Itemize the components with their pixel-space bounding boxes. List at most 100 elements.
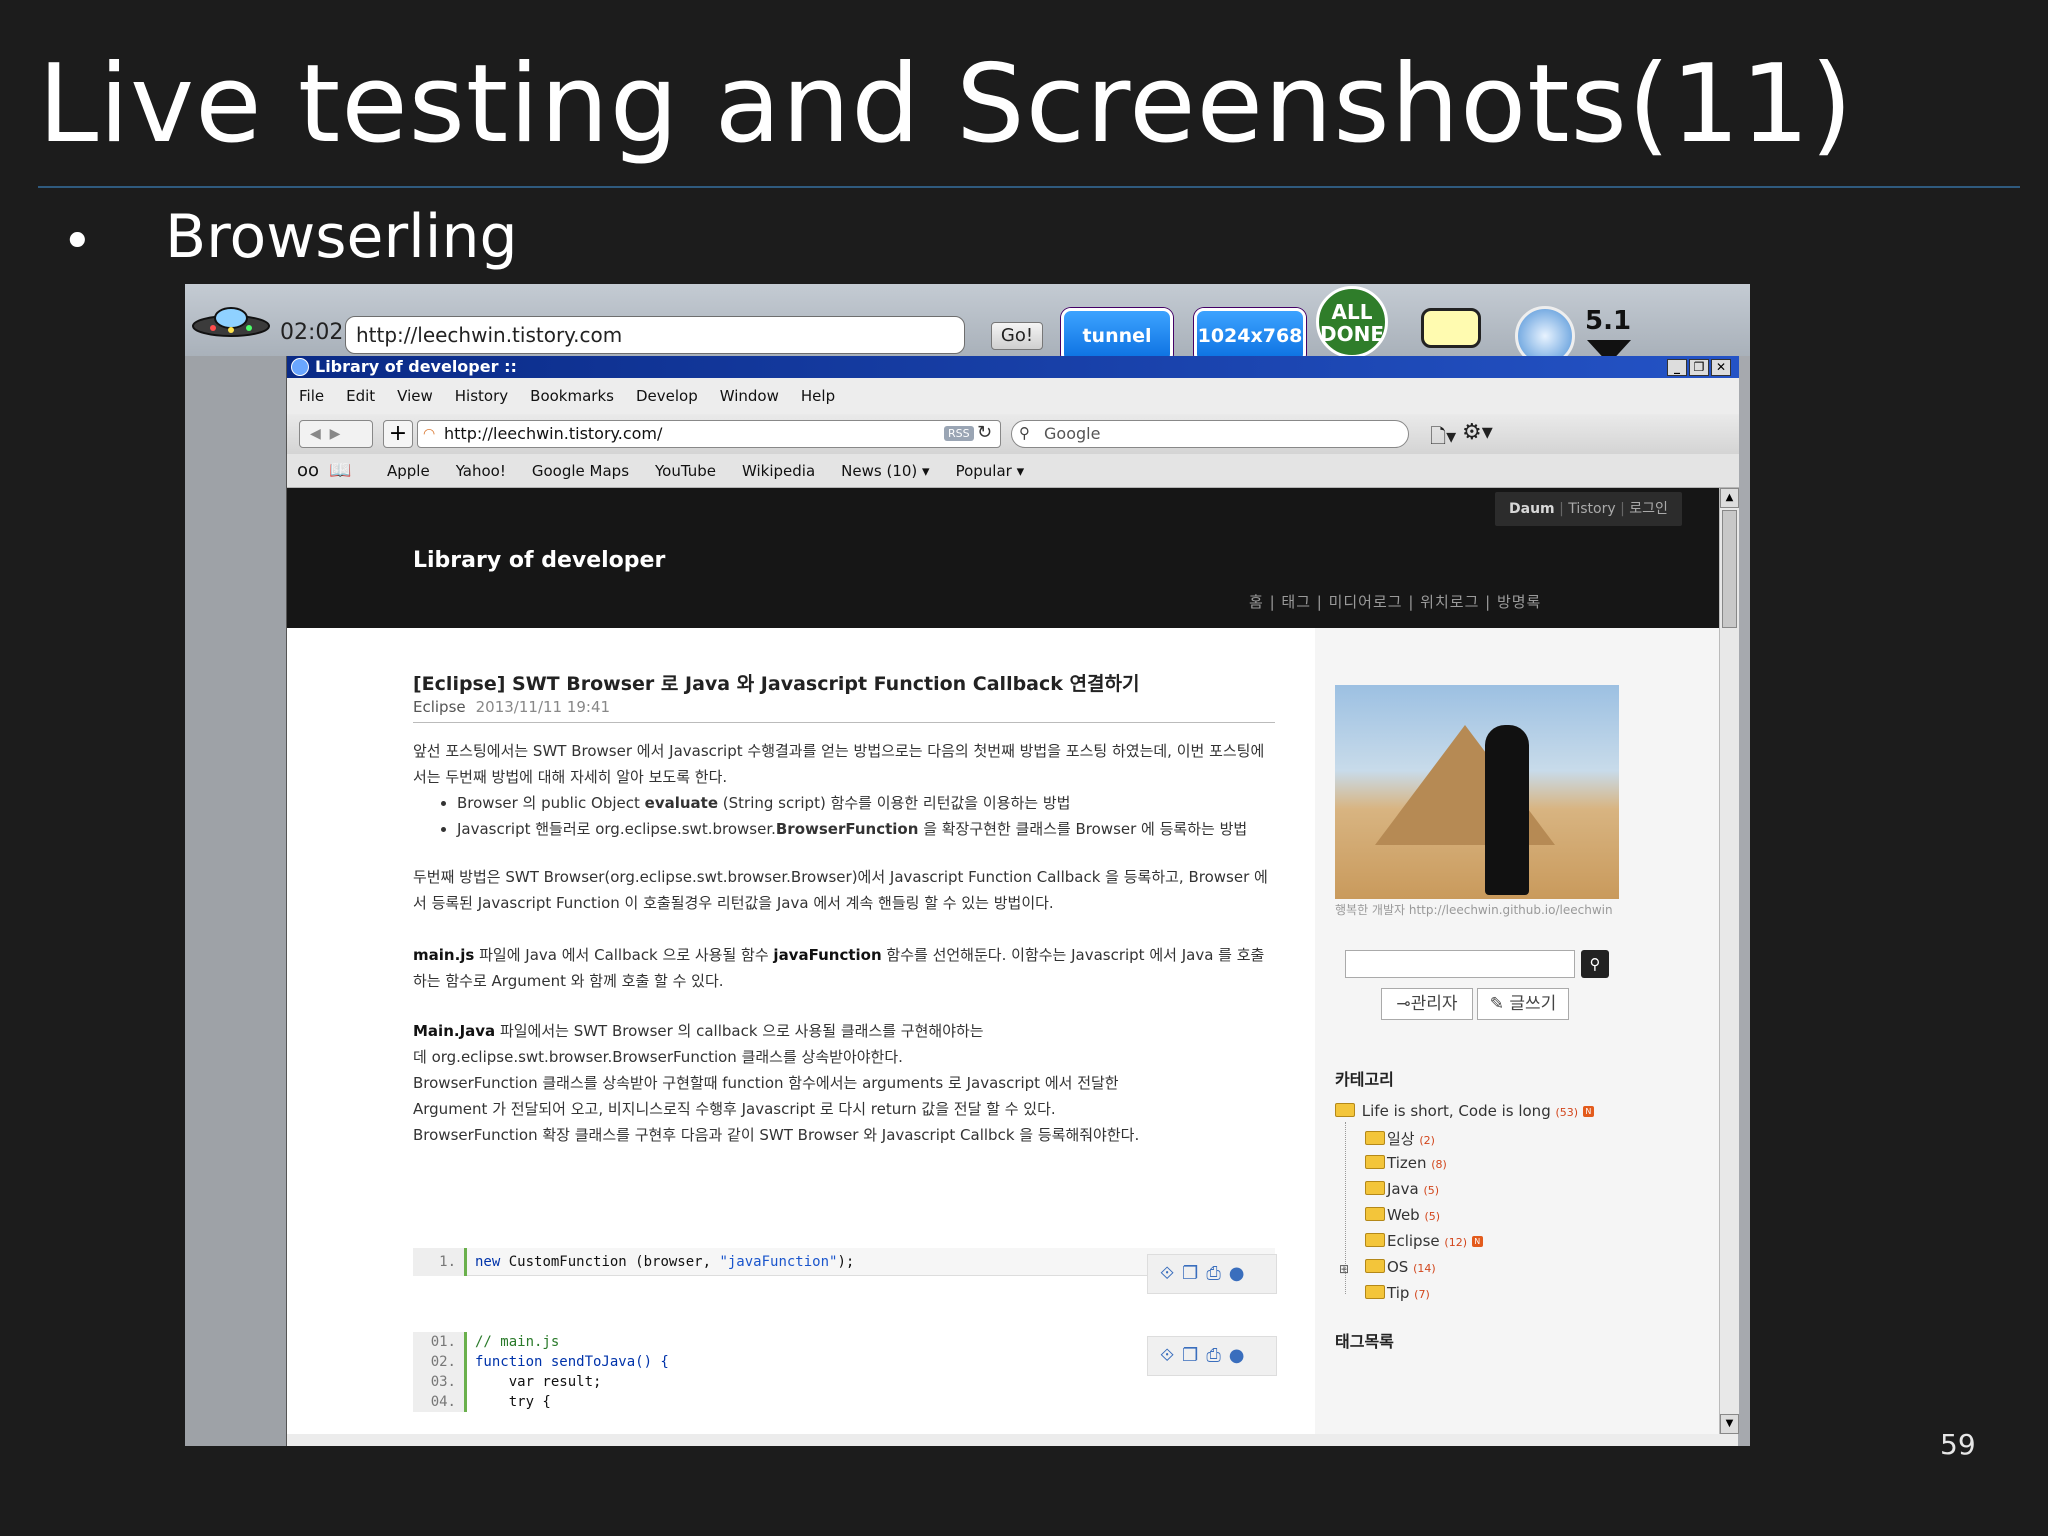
tag-heading: 태그목록 [1335,1332,1394,1351]
post-meta: Eclipse 2013/11/11 19:41 [413,698,610,716]
code-toolbar-1[interactable]: ⟐❐⎙● [1147,1254,1277,1294]
code-toolbar-2[interactable]: ⟐❐⎙● [1147,1336,1277,1376]
daum-link[interactable]: Daum [1509,501,1555,517]
menu-file[interactable]: File [299,378,324,414]
post-divider [413,722,1275,723]
folder-icon [1365,1155,1385,1169]
left-strip [185,284,286,1446]
bullet-text: Browserling [165,202,518,272]
category-item[interactable]: 일상 (2) [1365,1128,1435,1149]
safari-window: Library of developer :: _ ❐ ✕ File Edit … [286,356,1739,1446]
post-paragraph-4: Main.Java 파일에서는 SWT Browser 의 callback 으… [413,1022,1140,1144]
restore-icon[interactable]: ❐ [1689,359,1709,376]
window-title: Library of developer :: [315,357,517,376]
add-bookmark-icon[interactable]: + [383,420,413,448]
window-titlebar: Library of developer :: _ ❐ ✕ [287,356,1739,378]
post-title[interactable]: [Eclipse] SWT Browser 로 Java 와 Javascrip… [413,669,1139,696]
page-number: 59 [1940,1428,1976,1461]
rss-badge[interactable]: RSS [944,426,974,441]
gear-icon[interactable]: ⚙▾ [1462,420,1493,445]
bookmarks-bar: oo 📖 Apple Yahoo! Google Maps YouTube Wi… [287,454,1739,488]
folder-icon [1365,1285,1385,1299]
category-item[interactable]: OS (14) [1365,1258,1436,1276]
code-block-2: 01.// main.js 02. function sendToJava() {… [413,1332,1275,1434]
menu-help[interactable]: Help [801,378,835,414]
bookmark-news[interactable]: News (10) ▾ [841,454,929,488]
menu-history[interactable]: History [455,378,508,414]
sidebar-search-icon[interactable]: ⚲ [1581,950,1609,978]
bookmark-wikipedia[interactable]: Wikipedia [742,454,815,488]
web-content: Daum | Tistory | 로그인 Library of develope… [287,488,1719,1434]
all-done-button[interactable]: ALL DONE [1316,286,1388,358]
scroll-thumb[interactable] [1722,510,1737,628]
minimize-icon[interactable]: _ [1667,359,1687,376]
reload-icon[interactable]: ↻ [977,422,992,443]
url-input[interactable]: http://leechwin.tistory.com [345,316,965,354]
code-line: 01.// main.js [413,1332,1275,1352]
bullet-icon: • [62,212,93,272]
list-item: Browser 의 public Object evaluate (String… [457,790,1267,816]
title-divider [38,186,2020,188]
category-item[interactable]: Eclipse (12) N [1365,1232,1483,1250]
bookmark-apple[interactable]: Apple [387,454,430,488]
back-forward-icon[interactable]: ◀ ▶ [299,420,373,448]
scroll-up-icon[interactable]: ▲ [1720,488,1739,508]
bookmark-popular[interactable]: Popular ▾ [956,454,1025,488]
site-header: Daum | Tistory | 로그인 Library of develope… [287,488,1719,628]
folder-icon [1365,1131,1385,1145]
category-item[interactable]: Java (5) [1365,1180,1439,1198]
bookmarks-book-icon[interactable]: 📖 [329,454,351,488]
bookmark-youtube[interactable]: YouTube [655,454,716,488]
category-item[interactable]: Web (5) [1365,1206,1440,1224]
navigation-bar: ◀ ▶ + http://leechwin.tistory.com/ ◠ RSS… [287,414,1739,454]
site-nav[interactable]: 홈 | 태그 | 미디어로그 | 위치로그 | 방명록 [1249,591,1541,612]
go-button[interactable]: Go! [991,322,1043,350]
bookmark-google-maps[interactable]: Google Maps [532,454,629,488]
folder-icon [1365,1259,1385,1273]
feed-icon: ◠ [423,426,436,442]
sidebar-search-input[interactable] [1345,950,1575,978]
page-menu-icon[interactable]: 🗋▾ [1430,422,1456,456]
post-paragraph-1: 앞선 포스팅에서는 SWT Browser 에서 Javascript 수행결과… [413,742,1265,786]
google-search-input[interactable]: Google [1011,420,1409,448]
post-date: 2013/11/11 19:41 [475,698,611,716]
vertical-scrollbar[interactable]: ▲ ▼ [1719,488,1739,1434]
category-root[interactable]: Life is short, Code is long (53) N [1335,1102,1594,1120]
ufo-logo-icon [192,307,270,337]
address-field[interactable]: http://leechwin.tistory.com/ [417,420,1001,448]
menu-develop[interactable]: Develop [636,378,698,414]
close-icon[interactable]: ✕ [1711,359,1731,376]
scroll-down-icon[interactable]: ▼ [1720,1414,1739,1434]
reading-list-icon[interactable]: oo [297,454,319,488]
chat-icon[interactable] [1421,308,1481,348]
site-title[interactable]: Library of developer [413,548,665,573]
menu-bookmarks[interactable]: Bookmarks [530,378,614,414]
browserling-toolbar: 02:02 http://leechwin.tistory.com Go! tu… [185,284,1750,366]
expand-icon[interactable]: ⊞ [1339,1262,1349,1276]
new-badge-icon: N [1471,1236,1483,1247]
browserling-screenshot: 02:02 http://leechwin.tistory.com Go! tu… [185,284,1750,1446]
browser-version[interactable]: 5.1 [1585,306,1631,336]
post-paragraph-2: 두번째 방법은 SWT Browser(org.eclipse.swt.brow… [413,868,1268,912]
menu-window[interactable]: Window [720,378,779,414]
code-line: 04. try { [413,1392,1275,1412]
code-line: 02. function sendToJava() { [413,1352,1275,1372]
category-item[interactable]: Tizen (8) [1365,1154,1447,1172]
login-link[interactable]: 로그인 [1629,501,1668,517]
code-block-1: 1. new CustomFunction (browser, "javaFunc… [413,1248,1275,1276]
write-button[interactable]: ✎ 글쓰기 [1477,988,1569,1020]
admin-button[interactable]: ⊸관리자 [1381,988,1473,1020]
post-list: Browser 의 public Object evaluate (String… [437,790,1267,842]
category-heading: 카테고리 [1335,1070,1394,1089]
session-clock: 02:02 [280,320,344,345]
search-icon: ⚲ [1019,424,1030,442]
menu-edit[interactable]: Edit [346,378,375,414]
tistory-link[interactable]: Tistory [1568,501,1615,517]
post-category[interactable]: Eclipse [413,698,466,716]
category-item[interactable]: Tip (7) [1365,1284,1430,1302]
top-links: Daum | Tistory | 로그인 [1495,492,1682,526]
post-paragraph-3: main.js 파일에 Java 에서 Callback 으로 사용될 함수 j… [413,946,1265,990]
window-app-icon [291,358,309,376]
menu-view[interactable]: View [397,378,433,414]
bookmark-yahoo[interactable]: Yahoo! [456,454,506,488]
